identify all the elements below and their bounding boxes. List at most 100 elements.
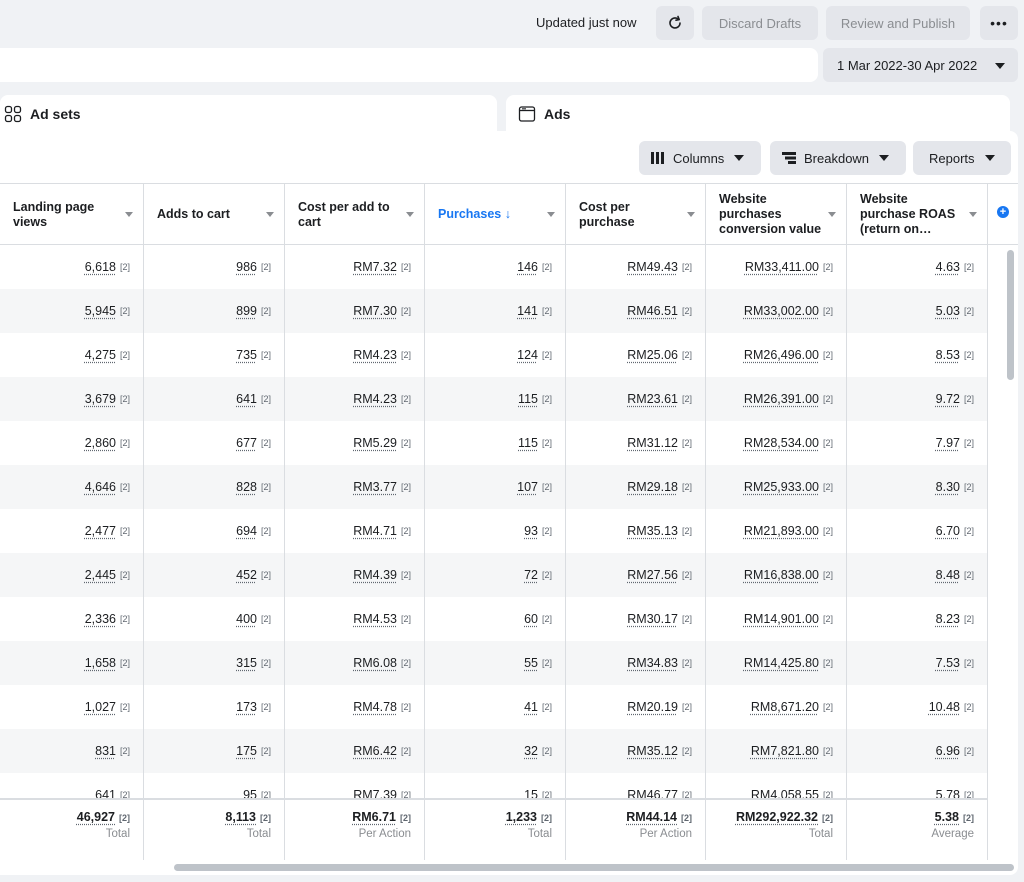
column-header[interactable]: Cost per purchase [566,184,706,245]
table-row[interactable]: 1,027 [2] 173 [2] RM4.78 [2] 41 [2] RM20.19 [2] RM… [0,685,988,729]
table-cell[interactable]: 986 [2] [144,245,285,289]
table-cell[interactable]: 95 [2] [144,773,285,798]
table-cell[interactable]: 5.03 [2] [847,289,988,333]
table-cell[interactable]: 6,618 [2] [0,245,144,289]
table-cell[interactable]: 8.30 [2] [847,465,988,509]
table-cell[interactable]: RM20.19 [2] [566,685,706,729]
table-cell[interactable]: RM31.12 [2] [566,421,706,465]
table-cell[interactable]: 55 [2] [425,641,566,685]
table-row[interactable]: 641 [2] 95 [2] RM7.39 [2] 15 [2] RM46.77 [2] RM4,0… [0,773,988,798]
table-cell[interactable]: RM25,933.00 [2] [706,465,847,509]
table-cell[interactable]: 1,658 [2] [0,641,144,685]
table-cell[interactable]: 694 [2] [144,509,285,553]
table-cell[interactable]: 93 [2] [425,509,566,553]
vertical-scrollbar[interactable] [1007,250,1014,380]
table-cell[interactable]: 4,275 [2] [0,333,144,377]
table-cell[interactable]: 15 [2] [425,773,566,798]
table-cell[interactable]: 107 [2] [425,465,566,509]
table-cell[interactable]: 32 [2] [425,729,566,773]
table-cell[interactable]: 5,945 [2] [0,289,144,333]
chevron-down-icon[interactable] [547,212,555,217]
column-header[interactable]: Cost per add to cart [285,184,425,245]
table-cell[interactable]: 7.97 [2] [847,421,988,465]
table-cell[interactable]: RM33,411.00 [2] [706,245,847,289]
table-cell[interactable]: 115 [2] [425,377,566,421]
table-cell[interactable]: RM4,058.55 [2] [706,773,847,798]
table-cell[interactable]: 124 [2] [425,333,566,377]
table-cell[interactable]: 7.53 [2] [847,641,988,685]
table-row[interactable]: 6,618 [2] 986 [2] RM7.32 [2] 146 [2] RM49.43 [2] R… [0,245,988,289]
table-cell[interactable]: 4,646 [2] [0,465,144,509]
table-cell[interactable]: 2,860 [2] [0,421,144,465]
table-cell[interactable]: 828 [2] [144,465,285,509]
table-cell[interactable]: RM25.06 [2] [566,333,706,377]
table-cell[interactable]: RM7.32 [2] [285,245,425,289]
table-row[interactable]: 2,445 [2] 452 [2] RM4.39 [2] 72 [2] RM27.56 [2] RM… [0,553,988,597]
table-cell[interactable]: RM26,496.00 [2] [706,333,847,377]
table-cell[interactable]: RM14,901.00 [2] [706,597,847,641]
table-cell[interactable]: RM4.23 [2] [285,377,425,421]
table-cell[interactable]: 677 [2] [144,421,285,465]
table-cell[interactable]: RM21,893.00 [2] [706,509,847,553]
table-cell[interactable]: RM34.83 [2] [566,641,706,685]
table-cell[interactable]: RM46.77 [2] [566,773,706,798]
table-cell[interactable]: 10.48 [2] [847,685,988,729]
table-cell[interactable]: 899 [2] [144,289,285,333]
table-cell[interactable]: 641 [2] [0,773,144,798]
review-and-publish-button[interactable]: Review and Publish [826,6,970,40]
table-cell[interactable]: 831 [2] [0,729,144,773]
table-cell[interactable]: 1,027 [2] [0,685,144,729]
table-row[interactable]: 2,477 [2] 694 [2] RM4.71 [2] 93 [2] RM35.13 [2] RM… [0,509,988,553]
table-cell[interactable]: 8.48 [2] [847,553,988,597]
tab-ads[interactable]: Ads [506,95,1010,133]
table-cell[interactable]: RM23.61 [2] [566,377,706,421]
table-row[interactable]: 831 [2] 175 [2] RM6.42 [2] 32 [2] RM35.12 [2] RM7,… [0,729,988,773]
table-row[interactable]: 4,275 [2] 735 [2] RM4.23 [2] 124 [2] RM25.06 [2] R… [0,333,988,377]
chevron-down-icon[interactable] [969,212,977,217]
table-cell[interactable]: 315 [2] [144,641,285,685]
table-cell[interactable]: RM28,534.00 [2] [706,421,847,465]
columns-button[interactable]: Columns [639,141,761,175]
table-cell[interactable]: RM4.71 [2] [285,509,425,553]
table-cell[interactable]: 175 [2] [144,729,285,773]
column-header[interactable]: Website purchases conversion value [706,184,847,245]
table-cell[interactable]: RM6.08 [2] [285,641,425,685]
chevron-down-icon[interactable] [125,212,133,217]
table-cell[interactable]: RM33,002.00 [2] [706,289,847,333]
table-cell[interactable]: RM49.43 [2] [566,245,706,289]
table-cell[interactable]: 452 [2] [144,553,285,597]
table-cell[interactable]: 8.23 [2] [847,597,988,641]
table-cell[interactable]: 146 [2] [425,245,566,289]
column-header[interactable]: Website purchase ROAS (return on… [847,184,988,245]
table-cell[interactable]: RM5.29 [2] [285,421,425,465]
chevron-down-icon[interactable] [406,212,414,217]
chevron-down-icon[interactable] [828,212,836,217]
table-row[interactable]: 2,860 [2] 677 [2] RM5.29 [2] 115 [2] RM31.12 [2] R… [0,421,988,465]
table-cell[interactable]: 400 [2] [144,597,285,641]
table-cell[interactable]: RM6.42 [2] [285,729,425,773]
table-cell[interactable]: RM7.30 [2] [285,289,425,333]
table-cell[interactable]: RM7,821.80 [2] [706,729,847,773]
horizontal-scrollbar[interactable] [174,864,1014,871]
refresh-button[interactable] [656,6,694,40]
tab-ad-sets[interactable]: Ad sets [0,95,497,133]
table-cell[interactable]: 2,336 [2] [0,597,144,641]
search-filter-bar[interactable] [0,48,818,82]
table-cell[interactable]: 4.63 [2] [847,245,988,289]
table-cell[interactable]: 5.78 [2] [847,773,988,798]
table-cell[interactable]: RM29.18 [2] [566,465,706,509]
table-cell[interactable]: RM7.39 [2] [285,773,425,798]
table-cell[interactable]: RM3.77 [2] [285,465,425,509]
table-cell[interactable]: 641 [2] [144,377,285,421]
table-cell[interactable]: RM4.39 [2] [285,553,425,597]
table-cell[interactable]: 115 [2] [425,421,566,465]
column-header[interactable]: Adds to cart [144,184,285,245]
breakdown-button[interactable]: Breakdown [770,141,906,175]
column-header[interactable]: Purchases ↓ [425,184,566,245]
table-cell[interactable]: 735 [2] [144,333,285,377]
date-range-picker[interactable]: 1 Mar 2022-30 Apr 2022 [823,48,1018,82]
table-cell[interactable]: 3,679 [2] [0,377,144,421]
chevron-down-icon[interactable] [266,212,274,217]
table-cell[interactable]: RM27.56 [2] [566,553,706,597]
table-row[interactable]: 5,945 [2] 899 [2] RM7.30 [2] 141 [2] RM46.51 [2] R… [0,289,988,333]
